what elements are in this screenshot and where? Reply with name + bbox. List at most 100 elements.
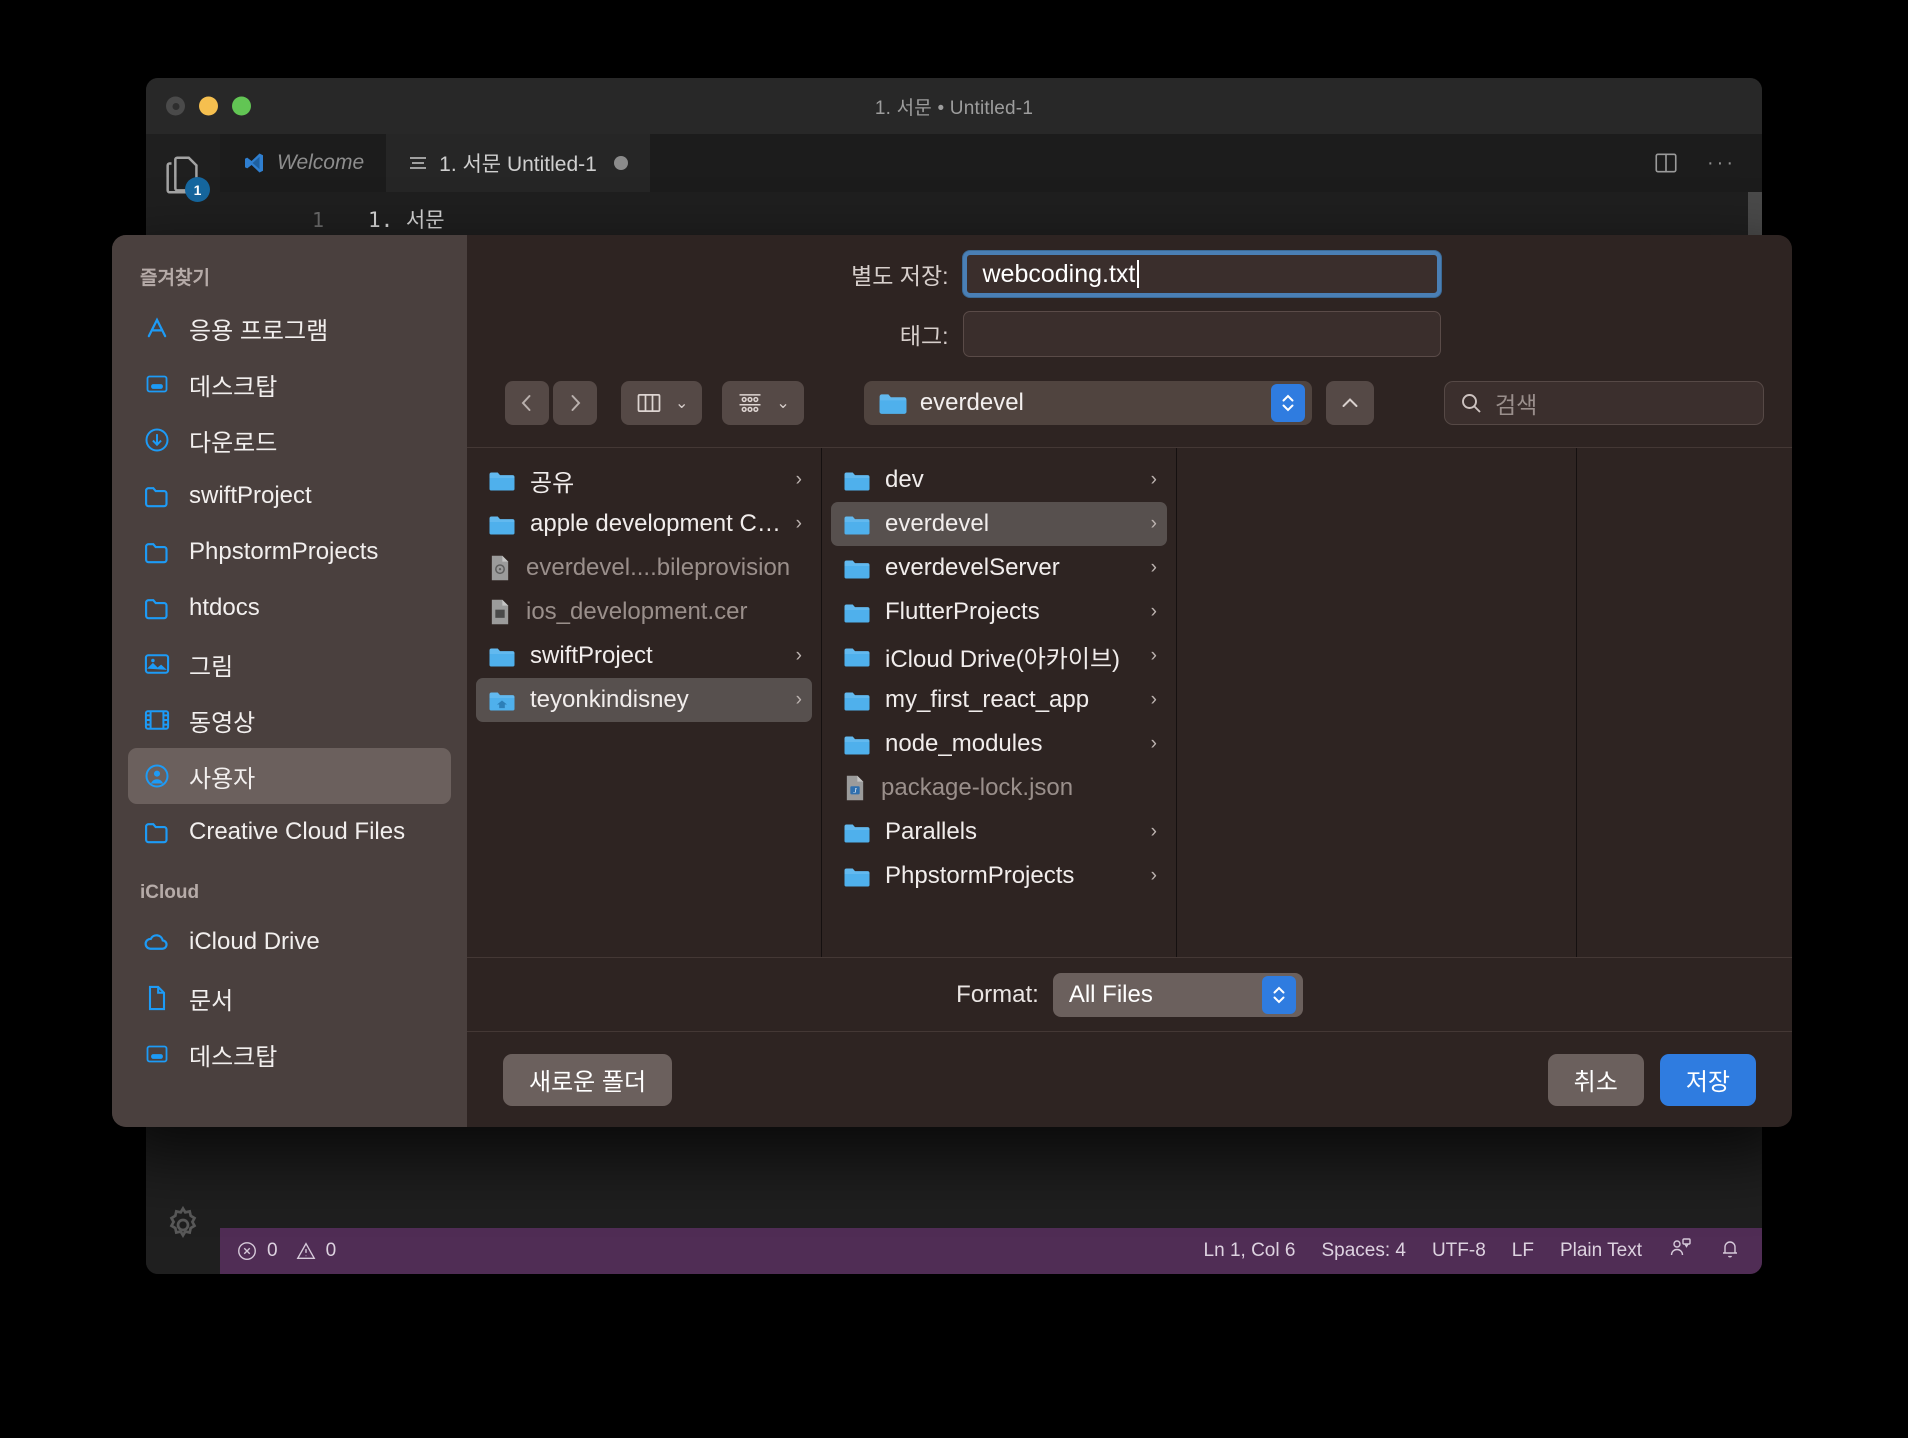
warning-icon <box>296 1242 316 1260</box>
sidebar-item-label: 그림 <box>189 653 234 681</box>
format-select[interactable]: All Files <box>1052 972 1303 1017</box>
line-content: 1. 서문 <box>368 208 445 232</box>
format-stepper-icon[interactable] <box>1261 975 1296 1014</box>
file-name: teyonkindisney <box>530 686 689 713</box>
close-button[interactable] <box>166 96 185 116</box>
format-row: Format: All Files <box>467 957 1792 1031</box>
sidebar-item-icloud-drive[interactable]: iCloud Drive <box>128 914 451 970</box>
status-encoding[interactable]: UTF-8 <box>1432 1240 1486 1262</box>
file-name: PhpstormProjects <box>885 862 1075 889</box>
search-input[interactable]: 검색 <box>1444 381 1764 425</box>
maximize-button[interactable] <box>232 96 251 116</box>
file-column-4[interactable] <box>1577 448 1792 957</box>
file-row[interactable]: everdevel....bileprovision <box>476 546 812 590</box>
live-share-icon[interactable] <box>1668 1236 1692 1266</box>
view-mode-group-button[interactable]: ⌄ <box>722 381 804 425</box>
file-row[interactable]: node_modules › <box>831 722 1167 766</box>
file-row[interactable]: everdevelServer › <box>831 546 1167 590</box>
save-dialog: 즐겨찾기 응용 프로그램 데스크탑 다운로드 swiftProject Phps… <box>112 235 1792 1127</box>
file-name: swiftProject <box>530 642 653 669</box>
minimize-button[interactable] <box>199 96 218 116</box>
sidebar-item-htdocs[interactable]: htdocs <box>128 580 451 636</box>
sidebar-group-title-icloud: iCloud <box>140 882 200 903</box>
document-icon <box>142 983 172 1013</box>
folder-icon <box>142 537 172 567</box>
file-row[interactable]: swiftProject › <box>476 634 812 678</box>
forward-button[interactable] <box>553 381 597 425</box>
status-language-mode[interactable]: Plain Text <box>1560 1240 1642 1262</box>
file-row[interactable]: teyonkindisney › <box>476 678 812 722</box>
tags-label: 태그: <box>899 323 949 349</box>
file-row[interactable]: J package-lock.json <box>831 766 1167 810</box>
search-icon <box>1462 394 1481 413</box>
file-column-3[interactable] <box>1177 448 1577 957</box>
status-cursor-position[interactable]: Ln 1, Col 6 <box>1204 1240 1296 1262</box>
screen: 1. 서문 • Untitled-1 1 Welcome 1. 서문 Untit… <box>0 0 1908 1438</box>
tags-row: 태그: <box>467 297 1792 357</box>
file-name: 공유 <box>530 469 575 497</box>
sidebar-item-label: 데스크탑 <box>189 1043 278 1071</box>
movies-icon <box>142 705 172 735</box>
notifications-bell-icon[interactable] <box>1718 1236 1742 1266</box>
back-button[interactable] <box>505 381 549 425</box>
status-eol[interactable]: LF <box>1512 1240 1534 1262</box>
cancel-button[interactable]: 취소 <box>1547 1053 1644 1106</box>
chevron-right-icon: › <box>1150 733 1157 754</box>
sidebar-item-downloads[interactable]: 다운로드 <box>128 412 451 468</box>
save-button[interactable]: 저장 <box>1659 1053 1756 1106</box>
sidebar-item-phpstormprojects[interactable]: PhpstormProjects <box>128 524 451 580</box>
file-row[interactable]: Parallels › <box>831 810 1167 854</box>
file-row[interactable]: my_first_react_app › <box>831 678 1167 722</box>
file-row[interactable]: iCloud Drive(아카이브) › <box>831 634 1167 678</box>
explorer-badge: 1 <box>185 177 210 202</box>
file-row[interactable]: PhpstormProjects › <box>831 854 1167 898</box>
file-row[interactable]: dev › <box>831 458 1167 502</box>
sidebar-item-swiftproject[interactable]: swiftProject <box>128 468 451 524</box>
nav-buttons <box>505 381 597 425</box>
filename-input[interactable]: webcoding.txt <box>962 251 1441 297</box>
tab-untitled-1[interactable]: 1. 서문 Untitled-1 <box>386 134 650 192</box>
file-row[interactable]: FlutterProjects › <box>831 590 1167 634</box>
sidebar-item-movies[interactable]: 동영상 <box>128 692 451 748</box>
file-column-1[interactable]: 공유 › apple development Cert › everdevel.… <box>467 448 822 957</box>
gear-icon[interactable] <box>160 1202 206 1248</box>
status-problems[interactable]: 0 0 <box>236 1240 336 1262</box>
dialog-main: 별도 저장: webcoding.txt 태그: ⌄ ⌄ everdevel 검… <box>467 235 1792 1127</box>
file-name: ios_development.cer <box>526 598 748 625</box>
folder-icon <box>844 868 870 886</box>
sidebar-item-icloud-desktop[interactable]: 데스크탑 <box>128 1026 451 1082</box>
sidebar-item-applications[interactable]: 응용 프로그램 <box>128 300 451 356</box>
dialog-actions: 새로운 폴더 취소 저장 <box>467 1031 1792 1127</box>
sidebar-item-label: htdocs <box>189 594 260 621</box>
file-row[interactable]: apple development Cert › <box>476 502 812 546</box>
dialog-sidebar: 즐겨찾기 응용 프로그램 데스크탑 다운로드 swiftProject Phps… <box>112 235 467 1127</box>
traffic-lights[interactable] <box>166 96 251 116</box>
user-icon <box>142 761 172 791</box>
sidebar-item-users[interactable]: 사용자 <box>128 748 451 804</box>
tags-input[interactable] <box>962 311 1441 357</box>
file-column-2[interactable]: dev › everdevel › everdevelServer › Flut… <box>822 448 1177 957</box>
more-actions-icon[interactable]: ··· <box>1707 152 1736 175</box>
status-indentation[interactable]: Spaces: 4 <box>1321 1240 1406 1262</box>
split-editor-icon[interactable] <box>1653 150 1679 176</box>
sidebar-item-creative-cloud-files[interactable]: Creative Cloud Files <box>128 804 451 860</box>
go-up-button[interactable] <box>1326 381 1374 425</box>
explorer-icon[interactable]: 1 <box>160 152 210 202</box>
editor-actions: ··· <box>649 134 1762 192</box>
folder-icon <box>844 516 870 534</box>
status-bar: 0 0 Ln 1, Col 6 Spaces: 4 UTF-8 LF Plain… <box>220 1228 1762 1274</box>
sidebar-item-pictures[interactable]: 그림 <box>128 636 451 692</box>
search-placeholder: 검색 <box>1495 392 1538 418</box>
file-row[interactable]: everdevel › <box>831 502 1167 546</box>
chevron-right-icon: › <box>795 469 802 490</box>
file-row[interactable]: 공유 › <box>476 458 812 502</box>
group-view-icon <box>739 394 761 413</box>
path-popup-button[interactable]: everdevel <box>863 381 1312 425</box>
file-row[interactable]: ios_development.cer <box>476 590 812 634</box>
sidebar-item-documents[interactable]: 문서 <box>128 970 451 1026</box>
new-folder-button[interactable]: 새로운 폴더 <box>503 1053 673 1106</box>
view-mode-column-button[interactable]: ⌄ <box>621 381 703 425</box>
tab-welcome[interactable]: Welcome <box>220 134 387 192</box>
path-stepper-icon[interactable] <box>1271 384 1305 422</box>
sidebar-item-desktop[interactable]: 데스크탑 <box>128 356 451 412</box>
